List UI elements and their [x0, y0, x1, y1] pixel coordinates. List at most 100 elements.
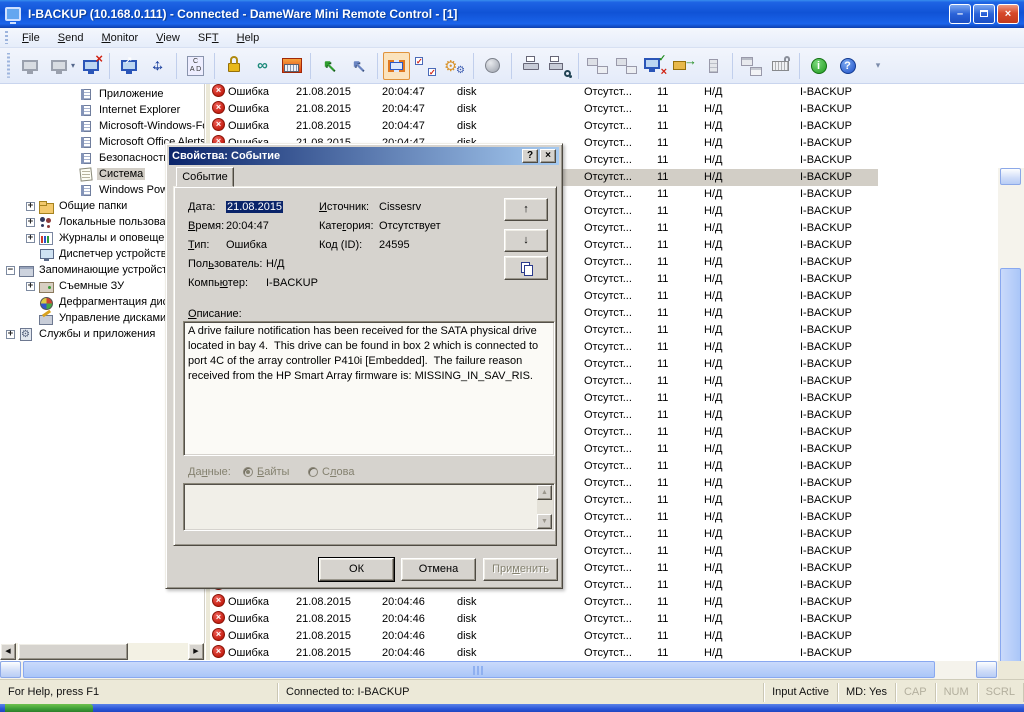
tree-item[interactable]: Microsoft-Windows-Forw	[0, 118, 204, 134]
cell-user: Н/Д	[704, 305, 722, 322]
cell-source: disk	[457, 101, 477, 118]
cell-category: Отсутст...	[584, 305, 632, 322]
cancel-button[interactable]: Отмена	[401, 558, 476, 581]
dialog-close-icon[interactable]: ×	[540, 149, 556, 163]
remote-vscrollbar[interactable]	[998, 168, 1024, 712]
description-box[interactable]: A drive failure notification has been re…	[183, 321, 555, 456]
remote-cursor-icon[interactable]: ↖	[316, 52, 343, 80]
pan-view-icon[interactable]: ↔↕	[144, 52, 171, 80]
next-event-button[interactable]: ↓	[504, 229, 548, 252]
tree-scroll-right-icon[interactable]: ▶	[188, 643, 204, 660]
menu-view[interactable]: View	[147, 30, 189, 46]
cell-event: 11	[657, 84, 668, 101]
scroll-left-icon[interactable]	[0, 661, 21, 678]
event-properties-dialog: Свойства: Событие ? × Событие Дата: 21.0…	[165, 143, 563, 589]
cell-event: 11	[657, 220, 668, 237]
lock-keyboard-icon[interactable]	[220, 52, 247, 80]
tree-item-label: Съемные ЗУ	[57, 280, 126, 292]
expand-icon[interactable]: +	[6, 330, 15, 339]
expand-icon[interactable]: +	[26, 234, 35, 243]
tree-item[interactable]: Приложение	[0, 86, 204, 102]
copy-icon	[521, 262, 531, 274]
data-scroll-down-icon: ▼	[537, 514, 552, 529]
cell-event: 11	[657, 475, 668, 492]
event-row[interactable]: × Ошибка21.08.2015 20:04:47disk Отсутст.…	[210, 101, 998, 118]
window-titlebar: I-BACKUP (10.168.0.111) - Connected - Da…	[0, 0, 1024, 28]
status-help: For Help, press F1	[0, 683, 278, 702]
device-manager-icon	[39, 248, 53, 261]
tree-scroll-thumb[interactable]	[18, 643, 128, 660]
menubar-grip[interactable]	[4, 31, 9, 44]
expand-icon[interactable]: +	[26, 202, 35, 211]
tab-event[interactable]: Событие	[176, 167, 234, 187]
view-only-icon[interactable]: ∞	[249, 52, 276, 80]
start-button-edge[interactable]	[5, 704, 93, 712]
restore-button[interactable]	[973, 4, 995, 24]
event-row[interactable]: × Ошибка21.08.2015 20:04:47disk Отсутст.…	[210, 118, 998, 135]
vscroll-thumb[interactable]	[1000, 268, 1021, 677]
cell-user: Н/Д	[704, 203, 722, 220]
cell-category: Отсутст...	[584, 594, 632, 611]
info-icon[interactable]: i	[805, 52, 832, 80]
fullscreen-icon[interactable]: ↗	[115, 52, 142, 80]
expand-icon[interactable]: +	[26, 282, 35, 291]
dialog-help-icon[interactable]: ?	[522, 149, 538, 163]
event-row[interactable]: × Ошибка21.08.2015 20:04:46disk Отсутст.…	[210, 594, 998, 611]
cell-time: 20:04:46	[382, 645, 425, 661]
event-row[interactable]: × Ошибка21.08.2015 20:04:46disk Отсутст.…	[210, 628, 998, 645]
menu-file[interactable]: File	[13, 30, 49, 46]
cell-category: Отсутст...	[584, 84, 632, 101]
help-icon[interactable]: ?	[834, 52, 861, 80]
type-label: Тип:	[188, 239, 209, 251]
copy-event-button[interactable]	[504, 256, 548, 280]
menu-send[interactable]: Send	[49, 30, 93, 46]
menu-sft[interactable]: SFT	[189, 30, 228, 46]
settings-icon[interactable]: ⚙⚙	[441, 52, 468, 80]
error-icon: ×	[212, 628, 225, 641]
tree-scroll-left-icon[interactable]: ◀	[0, 643, 16, 660]
toolbar-grip[interactable]	[6, 53, 11, 78]
menu-help[interactable]: Help	[228, 30, 269, 46]
hscroll-thumb[interactable]	[23, 661, 935, 678]
tree-item[interactable]: Internet Explorer	[0, 102, 204, 118]
minimize-button[interactable]: –	[949, 4, 971, 24]
taskbar-edge	[0, 704, 1024, 712]
event-row[interactable]: × Ошибка21.08.2015 20:04:47disk Отсутст.…	[210, 84, 998, 101]
cell-event: 11	[657, 390, 668, 407]
previous-event-button[interactable]: ↑	[504, 198, 548, 221]
collapse-icon[interactable]: −	[6, 266, 15, 275]
scroll-up-icon[interactable]	[1000, 168, 1021, 185]
print-icon[interactable]	[517, 52, 544, 80]
cell-event: 11	[657, 339, 668, 356]
print-preview-icon[interactable]	[546, 52, 573, 80]
cell-category: Отсутст...	[584, 611, 632, 628]
disconnect-icon[interactable]: ×	[77, 52, 104, 80]
toolbar-overflow-icon[interactable]: ▾	[863, 52, 890, 80]
event-row[interactable]: × Ошибка21.08.2015 20:04:46disk Отсутст.…	[210, 645, 998, 661]
local-cursor-icon[interactable]: ↖	[345, 52, 372, 80]
cell-user: Н/Д	[704, 492, 722, 509]
cell-computer: I-BACKUP	[800, 475, 852, 492]
remote-view: ПриложениеInternet ExplorerMicrosoft-Win…	[0, 84, 1024, 661]
refresh-monitor-icon[interactable]: ✓×	[642, 52, 669, 80]
expand-icon[interactable]: +	[26, 218, 35, 227]
file-transfer-icon[interactable]: →	[671, 52, 698, 80]
remote-hscrollbar[interactable]	[0, 661, 998, 679]
hot-keys-icon[interactable]	[278, 52, 305, 80]
show-frame-icon[interactable]	[383, 52, 410, 80]
cell-user: Н/Д	[704, 356, 722, 373]
close-button[interactable]: ×	[997, 4, 1019, 24]
smart-sizing-icon[interactable]: ✓✓	[412, 52, 439, 80]
type-value: Ошибка	[226, 239, 267, 251]
scroll-right-icon[interactable]	[976, 661, 997, 678]
ctrl-alt-del-icon[interactable]: CA D	[182, 52, 209, 80]
cell-source: disk	[457, 118, 477, 135]
ok-button[interactable]: ОК	[319, 558, 394, 581]
tree-hscrollbar[interactable]: ◀ ▶	[0, 643, 205, 660]
cell-user: Н/Д	[704, 458, 722, 475]
event-row[interactable]: × Ошибка21.08.2015 20:04:46disk Отсутст.…	[210, 611, 998, 628]
cell-event: 11	[657, 645, 668, 661]
dialog-title: Свойства: Событие	[172, 150, 520, 162]
menu-monitor[interactable]: Monitor	[92, 30, 147, 46]
cell-event: 11	[657, 305, 668, 322]
